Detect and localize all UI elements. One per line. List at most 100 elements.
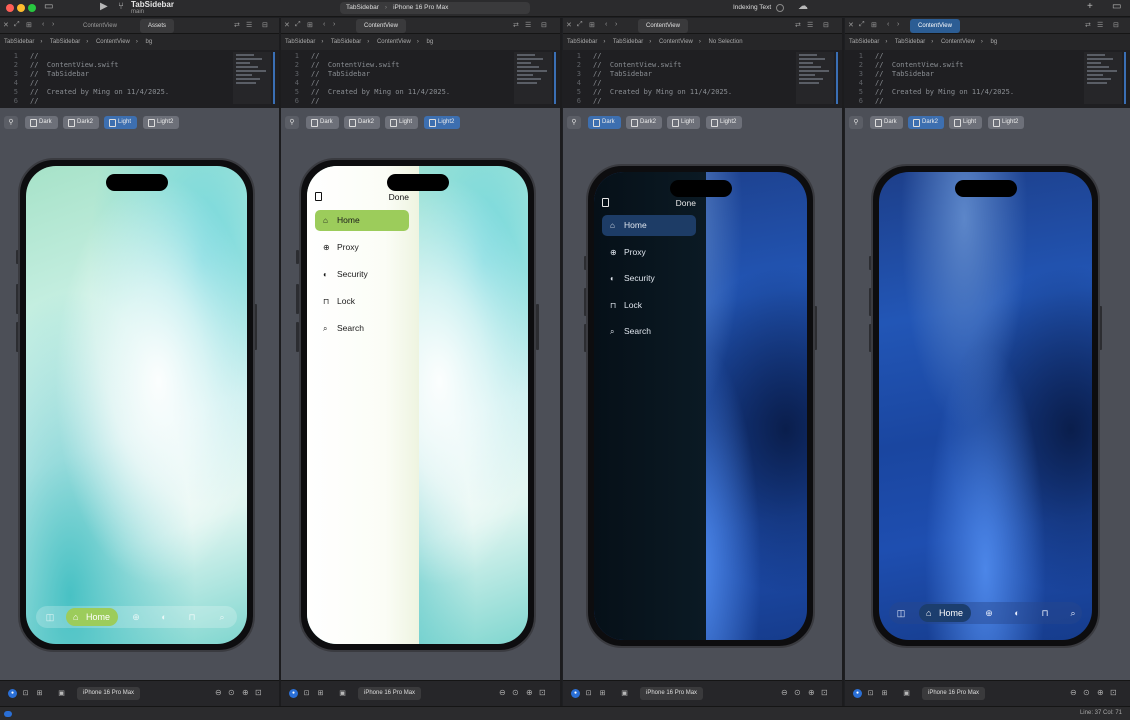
variant-light2[interactable]: Light2 xyxy=(706,116,743,129)
breadcrumb-item[interactable]: bg xyxy=(991,39,998,45)
breadcrumb-item[interactable]: TabSidebar xyxy=(331,39,361,45)
minimap[interactable] xyxy=(1084,52,1126,104)
sidebar-toggle-icon[interactable] xyxy=(602,198,609,207)
breadcrumb-item[interactable]: TabSidebar xyxy=(567,39,597,45)
device-selector[interactable]: iPhone 16 Pro Max xyxy=(77,687,141,700)
variant-light[interactable]: Light xyxy=(667,116,701,129)
zoom-fit-icon[interactable]: ⊡ xyxy=(539,688,546,697)
device-settings-icon[interactable]: ▣ xyxy=(57,689,66,698)
zoom-out-icon[interactable]: ⊖ xyxy=(1070,688,1077,697)
split-editor-icon[interactable]: ⊟ xyxy=(541,21,547,29)
zoom-in-icon[interactable]: ⊕ xyxy=(526,688,533,697)
variant-dark[interactable]: Dark xyxy=(588,116,621,129)
expand-icon[interactable]: ⤢ xyxy=(295,21,301,29)
run-button-icon[interactable]: ▶ xyxy=(100,1,108,12)
selectable-icon[interactable]: ⊡ xyxy=(21,689,30,698)
adjust-editor-icon[interactable]: ☰ xyxy=(1097,21,1103,29)
zoom-in-icon[interactable]: ⊕ xyxy=(808,688,815,697)
refresh-icon[interactable]: ⇄ xyxy=(795,21,801,29)
tab-home[interactable]: ⌂ Home xyxy=(66,608,119,626)
tab-contentview[interactable]: ContentView xyxy=(356,19,406,33)
variant-light[interactable]: Light xyxy=(104,116,138,129)
breadcrumb-item[interactable]: No Selection xyxy=(709,39,743,45)
breadcrumb-item[interactable]: ContentView xyxy=(96,39,130,45)
device-settings-icon[interactable]: ▣ xyxy=(902,689,911,698)
zoom-100-icon[interactable]: ⊙ xyxy=(794,688,801,697)
tab-assets[interactable]: Assets xyxy=(140,19,175,33)
tab-contentview[interactable]: ContentView xyxy=(75,19,125,33)
search-icon[interactable]: ⌕ xyxy=(1063,606,1083,620)
split-editor-icon[interactable]: ⊟ xyxy=(262,21,268,29)
sidebar-item-lock[interactable]: ⊓ Lock xyxy=(602,295,696,316)
variant-light2[interactable]: Light2 xyxy=(424,116,461,129)
zoom-100-icon[interactable]: ⊙ xyxy=(1083,688,1090,697)
forward-icon[interactable]: › xyxy=(615,21,617,28)
selectable-icon[interactable]: ⊡ xyxy=(866,689,875,698)
device-settings-icon[interactable]: ▣ xyxy=(338,689,347,698)
variants-icon[interactable]: ⊞ xyxy=(35,689,44,698)
sidebar-item-search[interactable]: ⌕ Search xyxy=(602,321,696,342)
inspector-toggle-icon[interactable]: ▭ xyxy=(1112,1,1121,12)
zoom-fit-icon[interactable]: ⊡ xyxy=(1110,688,1117,697)
close-editor-icon[interactable]: ✕ xyxy=(848,21,854,29)
security-icon[interactable]: ◐ xyxy=(154,610,174,624)
breadcrumb-item[interactable]: TabSidebar xyxy=(849,39,879,45)
grid-icon[interactable]: ⊞ xyxy=(26,21,32,29)
selectable-icon[interactable]: ⊡ xyxy=(302,689,311,698)
minimap[interactable] xyxy=(514,52,556,104)
adjust-editor-icon[interactable]: ☰ xyxy=(525,21,531,29)
zoom-out-icon[interactable]: ⊖ xyxy=(781,688,788,697)
variant-dark[interactable]: Dark xyxy=(25,116,58,129)
minimap[interactable] xyxy=(796,52,838,104)
sidebar-item-security[interactable]: ◐ Security xyxy=(602,268,696,289)
minimap[interactable] xyxy=(233,52,275,104)
expand-icon[interactable]: ⤢ xyxy=(14,21,20,29)
breadcrumb-item[interactable]: TabSidebar xyxy=(285,39,315,45)
lock-icon[interactable]: ⊓ xyxy=(182,610,202,624)
device-selector[interactable]: iPhone 16 Pro Max xyxy=(358,687,422,700)
variant-dark2[interactable]: Dark2 xyxy=(908,116,945,129)
device-selector[interactable]: iPhone 16 Pro Max xyxy=(640,687,704,700)
grid-icon[interactable]: ⊞ xyxy=(871,21,877,29)
forward-icon[interactable]: › xyxy=(52,21,54,28)
breadcrumb-item[interactable]: TabSidebar xyxy=(50,39,80,45)
breadcrumb-item[interactable]: bg xyxy=(146,39,153,45)
sidebar-item-search[interactable]: ⌕ Search xyxy=(315,318,409,339)
live-preview-icon[interactable]: ● xyxy=(289,689,298,698)
live-preview-icon[interactable]: ● xyxy=(853,689,862,698)
variant-dark2[interactable]: Dark2 xyxy=(626,116,663,129)
breadcrumb-item[interactable]: ContentView xyxy=(659,39,693,45)
variant-light2[interactable]: Light2 xyxy=(143,116,180,129)
tab-contentview[interactable]: ContentView xyxy=(638,19,688,33)
zoom-in-icon[interactable]: ⊕ xyxy=(242,688,249,697)
variant-dark2[interactable]: Dark2 xyxy=(344,116,381,129)
forward-icon[interactable]: › xyxy=(333,21,335,28)
adjust-editor-icon[interactable]: ☰ xyxy=(246,21,252,29)
variant-dark2[interactable]: Dark2 xyxy=(63,116,100,129)
pin-icon[interactable]: ⚲ xyxy=(285,116,299,129)
variant-light[interactable]: Light xyxy=(949,116,983,129)
variant-light[interactable]: Light xyxy=(385,116,419,129)
network-icon[interactable]: ⊕ xyxy=(126,610,146,624)
breadcrumb-item[interactable]: bg xyxy=(427,39,434,45)
expand-icon[interactable]: ⤢ xyxy=(859,21,865,29)
navigator-toggle-icon[interactable]: ▭ xyxy=(44,1,53,12)
sidebar-icon[interactable]: ◫ xyxy=(40,610,60,624)
zoom-window-button[interactable] xyxy=(28,4,36,12)
variants-icon[interactable]: ⊞ xyxy=(316,689,325,698)
debug-area-toggle[interactable] xyxy=(4,711,12,717)
sidebar-item-proxy[interactable]: ⊕ Proxy xyxy=(602,242,696,263)
live-preview-icon[interactable]: ● xyxy=(571,689,580,698)
tab-home[interactable]: ⌂ Home xyxy=(919,604,972,622)
live-preview-icon[interactable]: ● xyxy=(8,689,17,698)
pin-icon[interactable]: ⚲ xyxy=(849,116,863,129)
back-icon[interactable]: ‹ xyxy=(323,21,325,28)
search-icon[interactable]: ⌕ xyxy=(212,610,232,624)
zoom-100-icon[interactable]: ⊙ xyxy=(512,688,519,697)
zoom-in-icon[interactable]: ⊕ xyxy=(1097,688,1104,697)
device-settings-icon[interactable]: ▣ xyxy=(620,689,629,698)
back-icon[interactable]: ‹ xyxy=(887,21,889,28)
pin-icon[interactable]: ⚲ xyxy=(567,116,581,129)
close-window-button[interactable] xyxy=(6,4,14,12)
variants-icon[interactable]: ⊞ xyxy=(880,689,889,698)
